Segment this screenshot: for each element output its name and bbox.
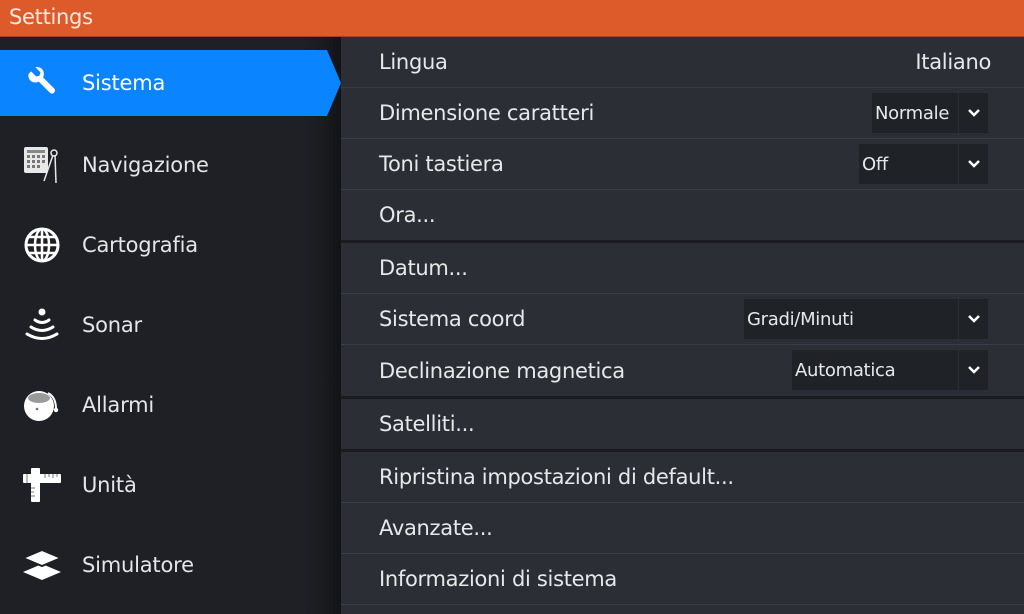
chevron-down-icon[interactable] (958, 144, 988, 184)
sidebar-item-label: Simulatore (82, 553, 194, 577)
setting-row-informazioni-sistema[interactable]: Informazioni di sistema (341, 554, 1024, 605)
setting-label: Satelliti... (379, 412, 475, 436)
window-title: Settings (9, 5, 93, 29)
setting-row-toni-tastiera: Toni tastiera Off (341, 139, 1024, 190)
setting-row-dimensione-caratteri: Dimensione caratteri Normale (341, 88, 1024, 139)
setting-label: Ora... (379, 203, 436, 227)
sidebar-item-label: Cartografia (82, 233, 198, 257)
setting-label: Sistema coord (379, 307, 526, 331)
magnetic-variation-dropdown[interactable]: Automatica (792, 350, 988, 390)
sidebar-item-navigazione[interactable]: Navigazione (0, 132, 341, 198)
setting-row-datum[interactable]: Datum... (341, 243, 1024, 294)
sidebar-item-allarmi[interactable]: Allarmi (0, 372, 341, 438)
key-beeps-dropdown[interactable]: Off (859, 144, 988, 184)
setting-row-avanzate[interactable]: Avanzate... (341, 503, 1024, 554)
sidebar-item-sonar[interactable]: Sonar (0, 292, 341, 358)
setting-label: Lingua (379, 50, 448, 74)
font-size-dropdown[interactable]: Normale (872, 93, 988, 133)
sidebar-item-label: Allarmi (82, 393, 155, 417)
sidebar-item-simulatore[interactable]: Simulatore (0, 532, 341, 598)
setting-label: Dimensione caratteri (379, 101, 594, 125)
sidebar-item-sistema[interactable]: Sistema (0, 50, 341, 116)
chevron-down-icon[interactable] (958, 299, 988, 339)
chevron-down-icon[interactable] (958, 350, 988, 390)
setting-row-sistema-coord: Sistema coord Gradi/Minuti (341, 294, 1024, 345)
ruler-icon (20, 465, 64, 505)
settings-content: Lingua Italiano Dimensione caratteri Nor… (341, 37, 1024, 614)
sidebar-item-unita[interactable]: Unità (0, 452, 341, 518)
setting-row-declinazione-magnetica: Declinazione magnetica Automatica (341, 345, 1024, 399)
setting-label: Datum... (379, 256, 468, 280)
sidebar-item-label: Unità (82, 473, 137, 497)
sidebar-item-label: Sistema (82, 71, 166, 95)
sonar-icon (20, 305, 64, 345)
wrench-icon (20, 63, 64, 103)
setting-value: Italiano (915, 50, 991, 74)
title-bar: Settings (0, 0, 1024, 37)
coord-system-dropdown[interactable]: Gradi/Minuti (744, 299, 988, 339)
setting-label: Ripristina impostazioni di default... (379, 465, 734, 489)
dropdown-value: Automatica (795, 359, 896, 381)
setting-label: Informazioni di sistema (379, 567, 617, 591)
setting-row-ripristina-default[interactable]: Ripristina impostazioni di default... (341, 452, 1024, 503)
setting-label: Avanzate... (379, 516, 493, 540)
chevron-down-icon[interactable] (958, 93, 988, 133)
globe-icon (20, 225, 64, 265)
sidebar-item-label: Navigazione (82, 153, 209, 177)
dropdown-value: Gradi/Minuti (747, 308, 854, 330)
sidebar-item-label: Sonar (82, 313, 142, 337)
setting-label: Toni tastiera (379, 152, 504, 176)
setting-row-satelliti[interactable]: Satelliti... (341, 399, 1024, 452)
settings-sidebar: Sistema Navigazione Cartografia Sonar Al… (0, 37, 341, 614)
layers-icon (20, 545, 64, 585)
alarm-bell-icon (20, 385, 64, 425)
dropdown-value: Off (862, 153, 888, 175)
sidebar-item-cartografia[interactable]: Cartografia (0, 212, 341, 278)
setting-row-ora[interactable]: Ora... (341, 190, 1024, 243)
setting-row-lingua[interactable]: Lingua Italiano (341, 37, 1024, 88)
navigation-calculator-compass-icon (20, 145, 64, 185)
dropdown-value: Normale (875, 102, 950, 124)
setting-label: Declinazione magnetica (379, 358, 625, 383)
